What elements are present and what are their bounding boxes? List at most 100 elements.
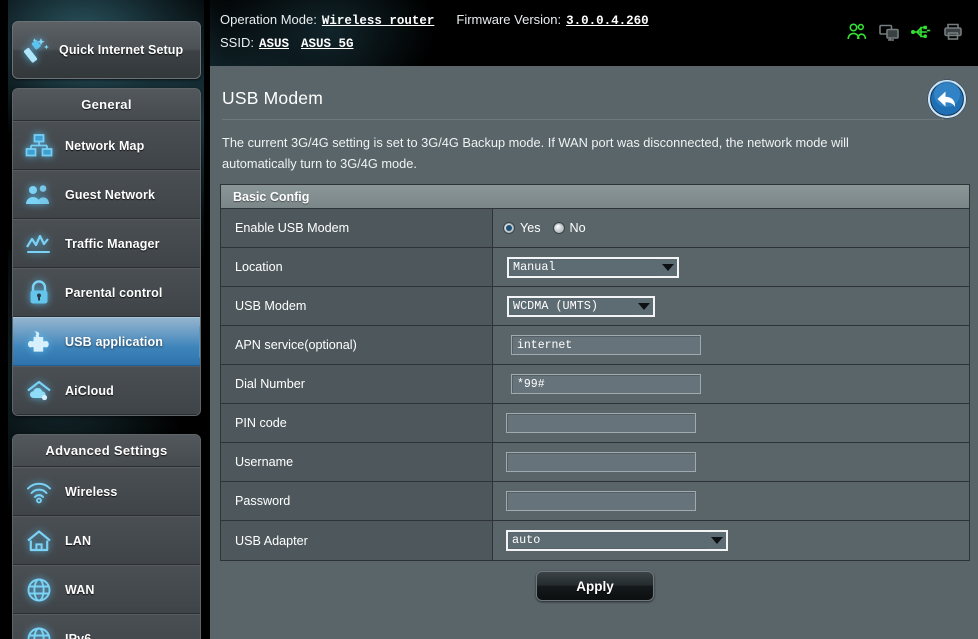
sidebar-item-traffic-manager[interactable]: Traffic Manager — [13, 219, 200, 268]
label-pin-code: PIN code — [221, 404, 493, 442]
location-select-value: Manual — [513, 259, 556, 274]
sidebar: Quick Internet Setup General Network Map… — [8, 0, 204, 639]
quick-internet-setup-label: Quick Internet Setup — [59, 42, 184, 57]
usb-modem-select[interactable]: WCDMA (UMTS) — [507, 295, 655, 317]
ipv6-globe-icon — [13, 625, 65, 639]
chevron-down-icon — [707, 532, 726, 549]
row-enable-usb-modem: Enable USB Modem Yes No — [221, 209, 969, 248]
radio-enable-usb-modem-yes[interactable]: Yes — [503, 221, 541, 235]
sidebar-item-guest-network-label: Guest Network — [65, 187, 156, 202]
usb-adapter-select[interactable]: auto — [506, 530, 728, 551]
label-password: Password — [221, 482, 493, 520]
sidebar-item-wan[interactable]: WAN — [13, 565, 200, 614]
left-edge-bar — [0, 0, 8, 639]
apply-button[interactable]: Apply — [536, 571, 654, 601]
wireless-icon — [13, 479, 65, 505]
label-enable-usb-modem: Enable USB Modem — [221, 209, 493, 247]
ssid-label: SSID: — [220, 35, 254, 50]
label-usb-modem: USB Modem — [221, 287, 493, 325]
status-tray — [846, 21, 964, 43]
clients-icon[interactable] — [846, 21, 868, 43]
label-location: Location — [221, 248, 493, 286]
row-password: Password — [221, 482, 969, 521]
sidebar-item-traffic-manager-label: Traffic Manager — [65, 236, 160, 251]
value-dial-number — [493, 365, 969, 403]
network-map-icon — [13, 133, 65, 159]
sidebar-group-advanced-title: Advanced Settings — [13, 435, 200, 467]
sidebar-item-aicloud[interactable]: AiCloud — [13, 366, 200, 415]
label-dial-number: Dial Number — [221, 365, 493, 403]
value-pin-code — [493, 404, 969, 442]
usb-adapter-select-value: auto — [512, 533, 541, 547]
label-username: Username — [221, 443, 493, 481]
operation-mode-label: Operation Mode: — [220, 12, 317, 27]
usb-modem-select-value: WCDMA (UMTS) — [513, 298, 598, 313]
radio-enable-usb-modem-no[interactable]: No — [552, 221, 586, 235]
sidebar-group-general: General Network Map Guest Network Traffi… — [12, 88, 201, 416]
lan-home-icon — [13, 528, 65, 554]
label-apn-service: APN service(optional) — [221, 326, 493, 364]
apn-service-input[interactable] — [511, 335, 701, 355]
traffic-manager-icon — [13, 231, 65, 257]
row-dial-number: Dial Number — [221, 365, 969, 404]
row-usb-modem: USB Modem WCDMA (UMTS) — [221, 287, 969, 326]
dial-number-input[interactable] — [511, 374, 701, 394]
main-content-panel: USB Modem The current 3G/4G setting is s… — [210, 66, 978, 639]
wan-globe-icon — [13, 576, 65, 604]
sidebar-item-wireless[interactable]: Wireless — [13, 467, 200, 516]
sidebar-item-guest-network[interactable]: Guest Network — [13, 170, 200, 219]
radio-dot-no — [552, 222, 565, 234]
usb-icon[interactable] — [910, 21, 932, 43]
page-header: USB Modem The current 3G/4G setting is s… — [210, 66, 978, 174]
sidebar-group-general-title: General — [13, 89, 200, 121]
ssid-value-5g[interactable]: ASUS_5G — [301, 37, 354, 51]
username-input[interactable] — [506, 452, 696, 472]
row-pin-code: PIN code — [221, 404, 969, 443]
row-location: Location Manual — [221, 248, 969, 287]
sidebar-item-lan[interactable]: LAN — [13, 516, 200, 565]
firmware-version-value[interactable]: 3.0.0.4.260 — [566, 14, 649, 28]
basic-config-header: Basic Config — [221, 185, 969, 209]
back-arrow-icon[interactable] — [926, 78, 968, 120]
sidebar-item-aicloud-label: AiCloud — [65, 383, 114, 398]
sidebar-item-wan-label: WAN — [65, 582, 95, 597]
value-location: Manual — [493, 248, 969, 286]
row-usb-adapter: USB Adapter auto — [221, 521, 969, 560]
router-admin-page: Quick Internet Setup General Network Map… — [0, 0, 978, 639]
sidebar-content-gutter — [204, 0, 210, 639]
value-usb-adapter: auto — [493, 521, 969, 560]
value-password — [493, 482, 969, 520]
printer-icon[interactable] — [942, 21, 964, 43]
chevron-down-icon — [658, 258, 677, 276]
sidebar-item-ipv6[interactable]: IPv6 — [13, 614, 200, 639]
value-username — [493, 443, 969, 481]
ssid-value-2g[interactable]: ASUS — [259, 37, 289, 51]
quick-internet-setup-button[interactable]: Quick Internet Setup — [12, 21, 201, 79]
row-apn-service: APN service(optional) — [221, 326, 969, 365]
monitor-icon[interactable] — [878, 21, 900, 43]
value-enable-usb-modem: Yes No — [493, 209, 969, 247]
value-usb-modem: WCDMA (UMTS) — [493, 287, 969, 325]
location-select[interactable]: Manual — [507, 256, 679, 278]
sidebar-item-parental-control-label: Parental control — [65, 285, 163, 300]
radio-label-yes: Yes — [520, 221, 541, 235]
page-description: The current 3G/4G setting is set to 3G/4… — [222, 135, 849, 171]
sidebar-item-lan-label: LAN — [65, 533, 92, 548]
firmware-version-label: Firmware Version: — [456, 12, 562, 27]
value-apn-service — [493, 326, 969, 364]
radio-label-no: No — [569, 221, 586, 235]
guest-network-icon — [13, 182, 65, 208]
enable-usb-modem-radio-group: Yes No — [503, 221, 586, 235]
parental-control-icon — [13, 279, 65, 307]
password-input[interactable] — [506, 491, 696, 511]
sidebar-item-parental-control[interactable]: Parental control — [13, 268, 200, 317]
row-username: Username — [221, 443, 969, 482]
sidebar-item-usb-application[interactable]: USB application — [13, 317, 200, 366]
operation-mode-value[interactable]: Wireless router — [322, 14, 435, 28]
sidebar-item-network-map[interactable]: Network Map — [13, 121, 200, 170]
apply-button-row: Apply — [220, 571, 970, 601]
pin-code-input[interactable] — [506, 413, 696, 433]
sidebar-item-ipv6-label: IPv6 — [65, 631, 92, 639]
chevron-down-icon — [634, 297, 653, 315]
label-usb-adapter: USB Adapter — [221, 521, 493, 560]
